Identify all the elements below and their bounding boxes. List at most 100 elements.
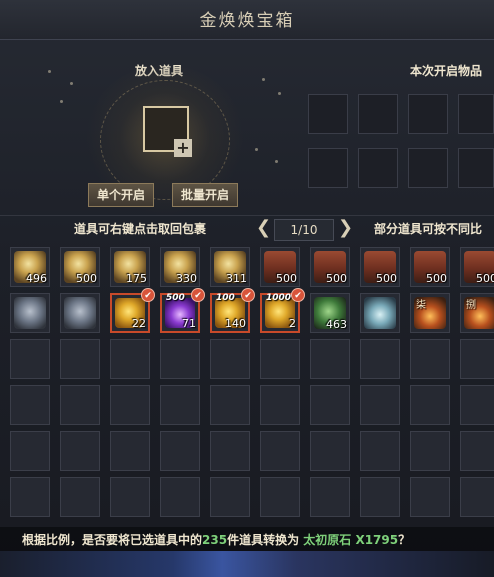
inventory-item[interactable]: [60, 293, 100, 333]
item-quantity: 500: [76, 272, 97, 285]
inventory-item[interactable]: [10, 293, 50, 333]
empty-inventory-slot[interactable]: [210, 477, 250, 517]
empty-inventory-slot[interactable]: [210, 431, 250, 471]
open-items-header: 本次开启物品: [410, 64, 483, 78]
empty-inventory-slot[interactable]: [110, 385, 150, 425]
empty-inventory-slot[interactable]: [360, 339, 400, 379]
add-item-button[interactable]: +: [174, 139, 192, 157]
coin-denomination: 500: [166, 293, 185, 303]
item-quantity: 496: [26, 272, 47, 285]
coin-denomination: 1000: [266, 293, 292, 303]
inventory-item[interactable]: 500: [360, 247, 400, 287]
inventory-item[interactable]: 100 140 ✔: [210, 288, 255, 333]
inventory-item[interactable]: 330: [160, 247, 200, 287]
empty-inventory-slot[interactable]: [460, 431, 494, 471]
inventory-item[interactable]: 500: [410, 247, 450, 287]
inventory-item[interactable]: 柒: [410, 293, 450, 333]
inventory-item[interactable]: 175: [110, 247, 150, 287]
empty-inventory-slot[interactable]: [460, 339, 494, 379]
empty-inventory-slot[interactable]: [160, 339, 200, 379]
item-quantity: 500: [376, 272, 397, 285]
conversion-prompt: 根据比例，是否要将已选道具中的235件道具转换为 太初原石 X1795？: [22, 531, 410, 548]
section-divider: [0, 215, 494, 216]
empty-inventory-slot[interactable]: [10, 477, 50, 517]
empty-inventory-slot[interactable]: [60, 385, 100, 425]
empty-inventory-slot[interactable]: [10, 339, 50, 379]
empty-inventory-slot[interactable]: [160, 431, 200, 471]
item-quantity: 175: [126, 272, 147, 285]
result-slot[interactable]: [308, 148, 348, 188]
item-quantity: 140: [225, 317, 246, 330]
panel-title: 金焕焕宝箱: [199, 11, 295, 31]
constellation-star: [70, 82, 73, 85]
empty-inventory-slot[interactable]: [210, 339, 250, 379]
empty-inventory-slot[interactable]: [310, 339, 350, 379]
item-symbol: 柒: [416, 300, 426, 311]
result-slot[interactable]: [458, 148, 494, 188]
inventory-item[interactable]: 500: [60, 247, 100, 287]
item-quantity: 311: [226, 272, 247, 285]
empty-inventory-slot[interactable]: [360, 477, 400, 517]
inventory-item[interactable]: 463: [310, 293, 350, 333]
item-quantity: 463: [326, 318, 347, 331]
result-slot[interactable]: [358, 148, 398, 188]
constellation-star: [60, 100, 63, 103]
inventory-item[interactable]: 500: [460, 247, 494, 287]
empty-inventory-slot[interactable]: [460, 385, 494, 425]
inventory-item[interactable]: 500: [310, 247, 350, 287]
result-slot[interactable]: [458, 94, 494, 134]
empty-inventory-slot[interactable]: [260, 339, 300, 379]
empty-inventory-slot[interactable]: [60, 431, 100, 471]
empty-inventory-slot[interactable]: [310, 385, 350, 425]
result-slot[interactable]: [358, 94, 398, 134]
prev-page-icon[interactable]: ❮: [256, 217, 271, 238]
empty-inventory-slot[interactable]: [310, 477, 350, 517]
spirit-crystal-icon: [364, 297, 396, 329]
empty-inventory-slot[interactable]: [10, 431, 50, 471]
empty-inventory-slot[interactable]: [160, 477, 200, 517]
batch-open-button[interactable]: 批量开启: [172, 183, 238, 207]
inventory-item[interactable]: [360, 293, 400, 333]
result-slot[interactable]: [408, 94, 448, 134]
item-quantity: 330: [176, 272, 197, 285]
item-quantity: 2: [289, 317, 296, 330]
empty-inventory-slot[interactable]: [160, 385, 200, 425]
empty-inventory-slot[interactable]: [210, 385, 250, 425]
empty-inventory-slot[interactable]: [110, 339, 150, 379]
inventory-item[interactable]: 捌: [460, 293, 494, 333]
empty-inventory-slot[interactable]: [260, 385, 300, 425]
page-indicator: 1/10: [274, 219, 334, 241]
empty-inventory-slot[interactable]: [360, 385, 400, 425]
inventory-item[interactable]: 311: [210, 247, 250, 287]
inventory-item[interactable]: 22 ✔: [110, 288, 155, 333]
empty-inventory-slot[interactable]: [410, 339, 450, 379]
empty-inventory-slot[interactable]: [310, 431, 350, 471]
empty-inventory-slot[interactable]: [410, 431, 450, 471]
conversion-target: 太初原石 X1795: [303, 533, 399, 547]
empty-inventory-slot[interactable]: [410, 385, 450, 425]
empty-inventory-slot[interactable]: [260, 477, 300, 517]
inventory-item[interactable]: 496: [10, 247, 50, 287]
inventory-item[interactable]: 1000 2 ✔: [260, 288, 305, 333]
empty-inventory-slot[interactable]: [110, 477, 150, 517]
inventory-item[interactable]: 500: [260, 247, 300, 287]
selected-check-icon: ✔: [141, 288, 155, 302]
single-open-button[interactable]: 单个开启: [88, 183, 154, 207]
result-slot[interactable]: [408, 148, 448, 188]
empty-inventory-slot[interactable]: [410, 477, 450, 517]
empty-inventory-slot[interactable]: [360, 431, 400, 471]
empty-inventory-slot[interactable]: [60, 339, 100, 379]
background-art-strip: [0, 551, 494, 577]
constellation-star: [278, 92, 281, 95]
next-page-icon[interactable]: ❯: [338, 217, 353, 238]
empty-inventory-slot[interactable]: [260, 431, 300, 471]
empty-inventory-slot[interactable]: [460, 477, 494, 517]
item-quantity: 500: [276, 272, 297, 285]
empty-inventory-slot[interactable]: [110, 431, 150, 471]
inventory-item[interactable]: 500 71 ✔: [160, 288, 205, 333]
constellation-star: [262, 78, 265, 81]
empty-inventory-slot[interactable]: [10, 385, 50, 425]
result-slot[interactable]: [308, 94, 348, 134]
empty-inventory-slot[interactable]: [60, 477, 100, 517]
silver-chest-icon: [64, 297, 96, 329]
